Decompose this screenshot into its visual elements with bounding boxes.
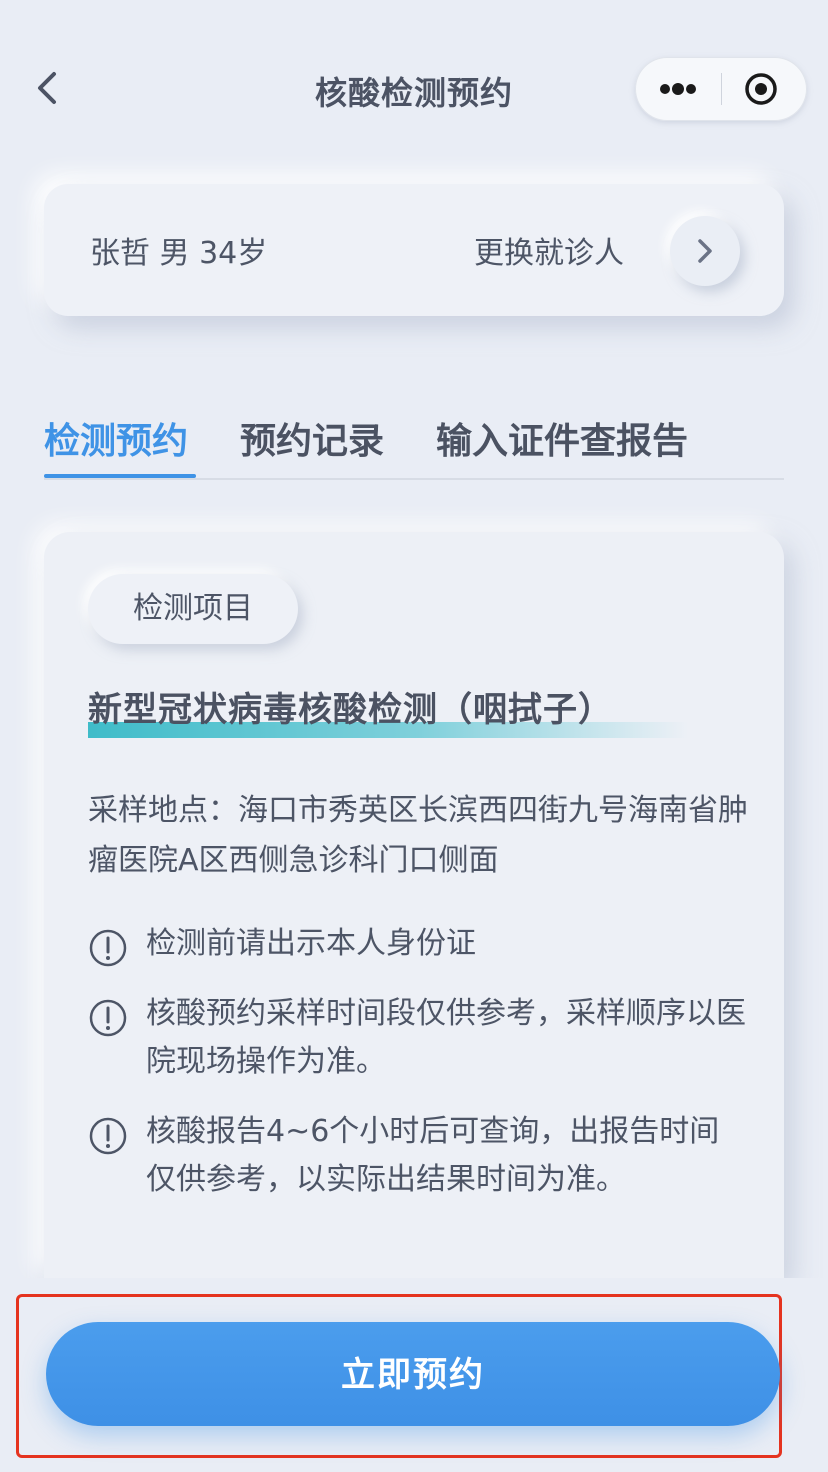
capsule-divider [721,73,722,105]
chevron-right-icon [698,239,712,263]
tab-booking[interactable]: 检测预约 [44,412,188,464]
section-label: 检测项目 [88,574,298,644]
tab-report-lookup[interactable]: 输入证件查报告 [436,412,688,464]
patient-info: 张哲 男 34岁 [90,236,268,271]
note-text: 检测前请出示本人身份证 [146,926,476,961]
more-button[interactable] [655,71,719,107]
notes-list: 检测前请出示本人身份证 核酸预约采样时间段仅供参考，采样顺序以医院现场操作为准。… [88,920,748,1226]
test-info-card: 检测项目 新型冠状病毒核酸检测（咽拭子） 采样地点：海口市秀英区长滨西四街九号海… [44,532,784,1278]
page: 核酸检测预约 张哲 男 34岁 更换就诊人 检测预约 预约记录 输入证件查报告 … [0,0,828,1472]
switch-patient-button[interactable] [670,216,740,286]
note-text: 核酸报告4~6个小时后可查询，出报告时间仅供参考，以实际出结果时间为准。 [146,1114,720,1197]
test-name-block: 新型冠状病毒核酸检测（咽拭子） [88,682,688,742]
switch-patient-link[interactable]: 更换就诊人 [474,228,624,272]
note-item: 核酸预约采样时间段仅供参考，采样顺序以医院现场操作为准。 [88,990,748,1086]
nav-bar: 核酸检测预约 [0,0,828,176]
exclamation-circle-icon [89,929,127,967]
exclamation-circle-icon [89,999,127,1037]
more-dots-icon [660,83,696,95]
close-button[interactable] [739,69,783,109]
note-item: 核酸报告4~6个小时后可查询，出报告时间仅供参考，以实际出结果时间为准。 [88,1108,748,1204]
patient-card: 张哲 男 34岁 更换就诊人 [44,184,784,316]
target-close-icon [745,73,777,105]
exclamation-circle-icon [89,1117,127,1155]
test-name: 新型冠状病毒核酸检测（咽拭子） [88,690,613,730]
tab-records[interactable]: 预约记录 [240,412,384,464]
note-text: 核酸预约采样时间段仅供参考，采样顺序以医院现场操作为准。 [146,996,746,1079]
mini-program-capsule [635,57,807,121]
book-now-button[interactable]: 立即预约 [46,1322,780,1426]
tab-bar: 检测预约 预约记录 输入证件查报告 [44,404,784,480]
note-item: 检测前请出示本人身份证 [88,920,748,968]
active-tab-indicator [44,474,196,478]
sampling-location: 采样地点：海口市秀英区长滨西四街九号海南省肿瘤医院A区西侧急诊科门口侧面 [88,793,748,878]
